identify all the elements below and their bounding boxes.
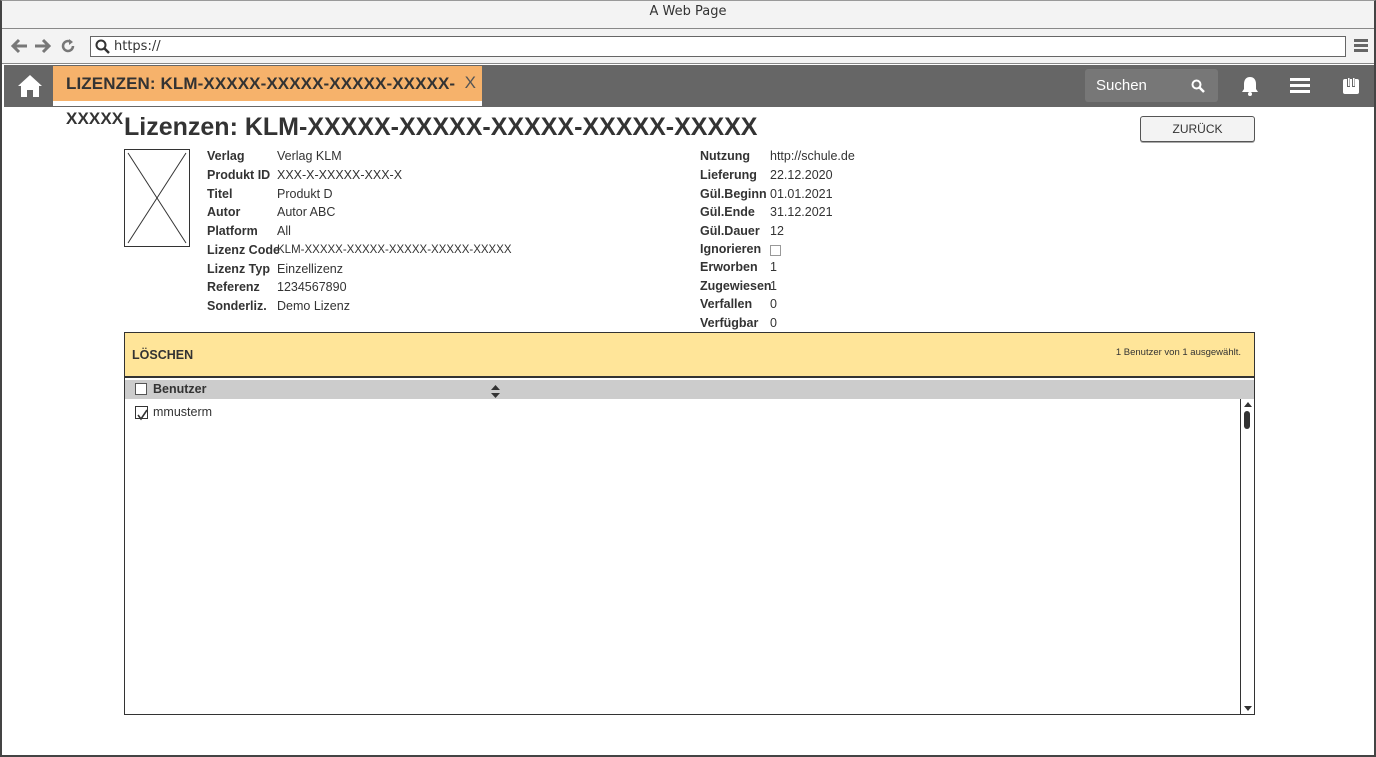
detail-row-lizenz-typ: Lizenz Typ Einzellizenz (207, 261, 344, 276)
selection-status: 1 Benutzer von 1 ausgewählt. (1115, 347, 1241, 358)
ignore-checkbox[interactable] (770, 244, 781, 256)
scrollbar[interactable] (1240, 399, 1254, 714)
license-details-right: Nutzung http://schule.de Lieferung 22.12.2… (700, 147, 1000, 333)
window-title: A Web Page (2, 1, 1374, 29)
product-image-placeholder (124, 149, 190, 247)
column-header-benutzer[interactable]: Benutzer (153, 380, 206, 399)
detail-row-verfallen: Verfallen 0 (700, 297, 777, 312)
search-icon (95, 39, 110, 54)
detail-row-ignorieren: Ignorieren (700, 241, 1000, 258)
action-bar: LÖSCHEN 1 Benutzer von 1 ausgewählt. (125, 333, 1254, 378)
home-icon[interactable] (17, 74, 43, 98)
detail-row-zugewiesen: Zugewiesen 1 (700, 278, 777, 293)
user-list-panel: LÖSCHEN 1 Benutzer von 1 ausgewählt. Ben… (124, 332, 1255, 715)
search-icon (1191, 79, 1205, 93)
checkmark-icon (137, 409, 148, 421)
detail-row-nutzung: Nutzung http://schule.de (700, 149, 855, 163)
detail-row-gul-ende: Gül.Ende 31.12.2021 (700, 205, 833, 220)
scroll-up-icon[interactable] (1244, 402, 1252, 407)
reload-icon[interactable] (58, 36, 78, 56)
scroll-down-icon[interactable] (1244, 706, 1252, 711)
row-checkbox[interactable] (135, 406, 148, 421)
back-button[interactable]: ZURÜCK (1140, 116, 1255, 142)
browser-window: A Web Page https:// LIZENZEN: KLM-XXXXX-… (0, 0, 1376, 757)
delete-button[interactable]: LÖSCHEN (132, 333, 193, 377)
detail-row-verlag: Verlag Verlag KLM (207, 149, 342, 163)
detail-row-produkt-id: Produkt ID XXX-X-XXXXX-XXX-X (207, 167, 403, 182)
list-item[interactable]: mmusterm (125, 400, 1240, 422)
detail-row-gul-dauer: Gül.Dauer 12 (700, 224, 784, 238)
search-box[interactable]: Suchen (1085, 69, 1218, 102)
detail-row-verfugbar: Verfügbar 0 (700, 316, 777, 330)
column-header: Benutzer (125, 380, 1254, 399)
detail-row-platform: Platform All (207, 224, 291, 238)
detail-row-lieferung: Lieferung 22.12.2020 (700, 167, 833, 182)
select-all-checkbox[interactable] (135, 383, 147, 395)
page-title: Lizenzen: KLM-XXXXX-XXXXX-XXXXX-XXXXX-XX… (124, 113, 758, 141)
scroll-thumb[interactable] (1244, 411, 1250, 429)
detail-row-autor: Autor Autor ABC (207, 205, 336, 220)
tab-license[interactable]: LIZENZEN: KLM-XXXXX-XXXXX-XXXXX-XXXXX-XX… (53, 66, 482, 128)
browser-menu-icon[interactable] (1354, 39, 1368, 53)
url-input[interactable]: https:// (90, 36, 1346, 57)
back-arrow-icon[interactable] (10, 36, 30, 56)
license-details-left: Verlag Verlag KLM Produkt ID XXX-X-XXXXX-X… (207, 147, 687, 316)
bell-icon[interactable] (1240, 76, 1260, 100)
app-header: LIZENZEN: KLM-XXXXX-XXXXX-XXXXX-XXXXX-XX… (4, 65, 1374, 128)
detail-row-erworben: Erworben 1 (700, 259, 777, 274)
detail-row-referenz: Referenz 1234567890 (207, 280, 347, 295)
search-label: Suchen (1096, 77, 1147, 94)
logout-icon[interactable] (1341, 76, 1361, 100)
detail-row-titel: Titel Produkt D (207, 186, 333, 201)
forward-arrow-icon[interactable] (32, 36, 52, 56)
detail-row-sonderliz: Sonderliz. Demo Lizenz (207, 299, 350, 313)
detail-row-lizenz-code: Lizenz Code KLM-XXXXX-XXXXX-XXXXX-XXXXX-X… (207, 242, 512, 257)
url-text: https:// (114, 39, 161, 54)
menu-icon[interactable] (1290, 78, 1310, 94)
row-label: mmusterm (153, 405, 213, 419)
address-bar: https:// (2, 29, 1374, 64)
detail-row-gul-beginn: Gül.Beginn 01.01.2021 (700, 186, 833, 201)
tab-close-button[interactable]: X (465, 66, 476, 100)
